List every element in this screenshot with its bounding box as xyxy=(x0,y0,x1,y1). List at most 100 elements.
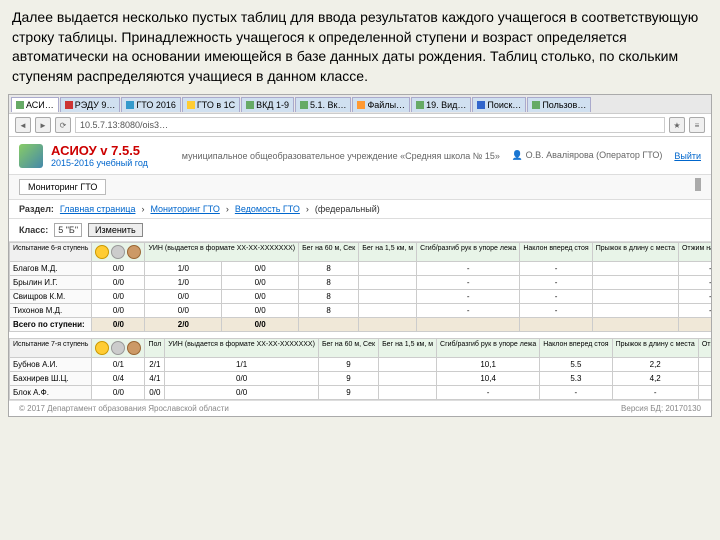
bc-home[interactable]: Главная страница xyxy=(60,204,136,214)
tab-1[interactable]: РЭДУ 9… xyxy=(60,97,121,112)
cell[interactable] xyxy=(359,276,417,290)
cell[interactable]: 0/0 xyxy=(92,304,145,318)
cell[interactable]: 0/0 xyxy=(92,262,145,276)
cell[interactable]: - xyxy=(417,304,520,318)
cell[interactable]: 0/0 xyxy=(222,262,299,276)
cell[interactable]: - xyxy=(417,290,520,304)
cell[interactable]: - xyxy=(612,386,698,400)
copyright: © 2017 Департамент образования Ярославск… xyxy=(19,404,229,413)
cell[interactable]: 0/0 xyxy=(92,276,145,290)
cell[interactable]: - xyxy=(698,386,711,400)
cell[interactable]: - xyxy=(698,372,711,386)
cell[interactable] xyxy=(592,276,678,290)
cell[interactable] xyxy=(379,372,437,386)
forward-button[interactable]: ► xyxy=(35,117,51,133)
url-field[interactable]: 10.5.7.13:8080/ois3… xyxy=(75,117,665,133)
tab-2[interactable]: ГТО 2016 xyxy=(121,97,181,112)
cell[interactable]: - xyxy=(520,304,592,318)
cell[interactable]: - xyxy=(437,386,540,400)
cell[interactable]: 0/1 xyxy=(92,358,145,372)
cell[interactable]: - xyxy=(678,262,711,276)
student-name: Тихонов М.Д. xyxy=(10,304,92,318)
cell[interactable]: 2/1 xyxy=(145,358,165,372)
cell[interactable]: - xyxy=(698,358,711,372)
bc-mon[interactable]: Мониторинг ГТО xyxy=(150,204,219,214)
cell[interactable]: - xyxy=(678,290,711,304)
student-name: Благов М.Д. xyxy=(10,262,92,276)
logout-link[interactable]: Выйти xyxy=(674,151,701,161)
cell[interactable]: - xyxy=(540,386,612,400)
cell[interactable] xyxy=(359,262,417,276)
cell[interactable]: 2,2 xyxy=(612,358,698,372)
cell[interactable]: 9 xyxy=(318,372,378,386)
reload-button[interactable]: ⟳ xyxy=(55,117,71,133)
cell[interactable]: 8 xyxy=(299,262,359,276)
class-select[interactable]: 5 "Б" xyxy=(54,223,82,237)
cell[interactable]: 4,2 xyxy=(612,372,698,386)
cell[interactable]: 0/0 xyxy=(222,276,299,290)
cell[interactable] xyxy=(592,304,678,318)
cell[interactable]: - xyxy=(520,276,592,290)
table-row: Тихонов М.Д.0/00/00/08----ПР--- xyxy=(10,304,712,318)
cell[interactable] xyxy=(379,358,437,372)
table-row: Благов М.Д.0/01/00/08---2,1ПР--- xyxy=(10,262,712,276)
back-button[interactable]: ◄ xyxy=(15,117,31,133)
menu-button[interactable]: ≡ xyxy=(689,117,705,133)
cell[interactable]: - xyxy=(417,262,520,276)
tab-7[interactable]: 19. Вид… xyxy=(411,97,471,112)
cell[interactable]: 0/0 xyxy=(92,290,145,304)
tab-8[interactable]: Поиск… xyxy=(472,97,526,112)
cell[interactable]: 0/0 xyxy=(145,386,165,400)
bc-ved[interactable]: Ведомость ГТО xyxy=(235,204,300,214)
cell[interactable]: 4/1 xyxy=(145,372,165,386)
th-medals xyxy=(92,243,145,262)
cell[interactable]: 0/0 xyxy=(165,386,319,400)
cell[interactable]: 1/0 xyxy=(145,262,222,276)
db-version: Версия БД: 20170130 xyxy=(621,404,701,413)
cell[interactable]: 5.5 xyxy=(540,358,612,372)
tab-5[interactable]: 5.1. Вк… xyxy=(295,97,351,112)
cell[interactable]: 8 xyxy=(299,290,359,304)
cell[interactable]: - xyxy=(678,304,711,318)
cell[interactable]: 0/4 xyxy=(92,372,145,386)
cell[interactable]: 10,1 xyxy=(437,358,540,372)
table-row: Блок А.Ф.0/00/00/09--------- xyxy=(10,386,712,400)
cell[interactable]: - xyxy=(520,290,592,304)
browser-tabs: АСИ… РЭДУ 9… ГТО 2016 ГТО в 1С ВКД 1-9 5… xyxy=(9,95,711,114)
cell[interactable] xyxy=(592,262,678,276)
tab-4[interactable]: ВКД 1-9 xyxy=(241,97,294,112)
cell[interactable]: 8 xyxy=(299,304,359,318)
th-uin: УИН (выдается в формате ХХ-ХХ-ХХХХХХХ) xyxy=(145,243,299,262)
cell[interactable]: 1/0 xyxy=(145,276,222,290)
cell[interactable]: 0/0 xyxy=(222,304,299,318)
cell[interactable] xyxy=(592,290,678,304)
cell[interactable] xyxy=(379,386,437,400)
cell[interactable]: 0/0 xyxy=(222,290,299,304)
cell[interactable]: - xyxy=(678,276,711,290)
gold-icon xyxy=(95,245,109,259)
cell[interactable]: 10,4 xyxy=(437,372,540,386)
cell[interactable]: 0/0 xyxy=(145,290,222,304)
tab-3[interactable]: ГТО в 1С xyxy=(182,97,240,112)
cell[interactable]: - xyxy=(520,262,592,276)
section-tab[interactable]: Мониторинг ГТО xyxy=(19,179,106,195)
summary-row-1: Всего по ступени:0/02/00/0 xyxy=(10,318,712,332)
tab-9[interactable]: Пользов… xyxy=(527,97,591,112)
cell[interactable]: 0/0 xyxy=(145,304,222,318)
cell[interactable]: 0/0 xyxy=(92,386,145,400)
cell[interactable]: 9 xyxy=(318,386,378,400)
cell[interactable]: 1/1 xyxy=(165,358,319,372)
bookmark-button[interactable]: ★ xyxy=(669,117,685,133)
cell[interactable]: 0/0 xyxy=(165,372,319,386)
cell[interactable] xyxy=(359,290,417,304)
cell[interactable] xyxy=(359,304,417,318)
cell[interactable]: - xyxy=(417,276,520,290)
tab-0[interactable]: АСИ… xyxy=(11,97,59,112)
cell[interactable]: 5.3 xyxy=(540,372,612,386)
tool-icon-3[interactable] xyxy=(699,178,701,191)
silver-icon xyxy=(111,245,125,259)
cell[interactable]: 8 xyxy=(299,276,359,290)
change-button[interactable]: Изменить xyxy=(88,223,143,237)
cell[interactable]: 9 xyxy=(318,358,378,372)
tab-6[interactable]: Файлы… xyxy=(352,97,410,112)
